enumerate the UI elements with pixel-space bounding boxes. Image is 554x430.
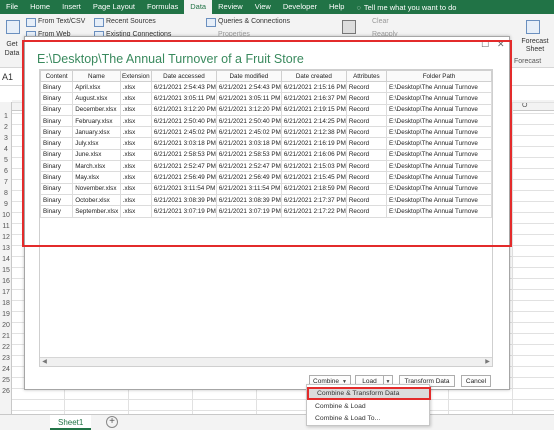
tab-help[interactable]: Help [323, 0, 350, 14]
row-header[interactable]: 21 [0, 333, 12, 340]
row-header[interactable]: 13 [0, 245, 12, 252]
get-data-icon[interactable] [6, 20, 20, 34]
row-header[interactable]: 10 [0, 212, 12, 219]
row-header[interactable]: 14 [0, 256, 12, 263]
row-header[interactable]: 1 [0, 113, 12, 120]
tab-data[interactable]: Data [184, 0, 213, 14]
cancel-button[interactable]: Cancel [461, 375, 491, 387]
highlight-annotation [22, 40, 512, 247]
tab-review[interactable]: Review [212, 0, 249, 14]
tab-insert[interactable]: Insert [56, 0, 87, 14]
row-header[interactable]: 7 [0, 179, 12, 186]
row-header[interactable]: 18 [0, 300, 12, 307]
menu-item-combine-transform[interactable]: Combine & Transform Data [307, 387, 431, 400]
row-header[interactable]: 25 [0, 377, 12, 384]
tab-home[interactable]: Home [24, 0, 56, 14]
scroll-left-icon[interactable]: ◀ [40, 358, 49, 366]
cancel-button-label: Cancel [465, 378, 487, 385]
row-header[interactable]: 15 [0, 267, 12, 274]
row-header[interactable]: 17 [0, 289, 12, 296]
row-header[interactable]: 22 [0, 344, 12, 351]
row-header[interactable]: 16 [0, 278, 12, 285]
row-header[interactable]: 8 [0, 190, 12, 197]
recent-sources-icon [94, 18, 104, 27]
tab-view[interactable]: View [249, 0, 277, 14]
row-header[interactable]: 12 [0, 234, 12, 241]
text-file-icon [26, 18, 36, 27]
filter-icon[interactable] [342, 20, 356, 34]
sheet-tab-sheet1[interactable]: Sheet1 [50, 415, 92, 430]
forecast-group-label: Forecast [514, 58, 542, 65]
from-text-csv-button[interactable]: From Text/CSV [38, 18, 85, 25]
sheet-tab-bar: Sheet1 + [0, 414, 554, 430]
row-header[interactable]: 19 [0, 311, 12, 318]
combine-dropdown-menu: Combine & Transform Data Combine & Load … [306, 384, 431, 426]
lightbulb-icon: ◌ [356, 2, 361, 12]
scroll-right-icon[interactable]: ▶ [483, 358, 492, 366]
tab-formulas[interactable]: Formulas [141, 0, 184, 14]
row-header[interactable]: 6 [0, 168, 12, 175]
tab-page-layout[interactable]: Page Layout [87, 0, 141, 14]
queries-connections-button[interactable]: Queries & Connections [218, 18, 290, 25]
row-header[interactable]: 5 [0, 157, 12, 164]
row-header[interactable]: 4 [0, 146, 12, 153]
recent-sources-button[interactable]: Recent Sources [106, 18, 156, 25]
menu-item-combine-load-to[interactable]: Combine & Load To... [307, 412, 431, 425]
row-header[interactable]: 3 [0, 135, 12, 142]
row-header[interactable]: 2 [0, 124, 12, 131]
row-header-bar: 1 2 3 4 5 6 7 8 9 10 11 12 13 14 15 16 17 18 19 20 21 22 23 24 2… [0, 102, 12, 414]
add-sheet-icon[interactable]: + [106, 416, 118, 428]
queries-icon [206, 18, 216, 27]
row-header[interactable]: 9 [0, 201, 12, 208]
row-header[interactable]: 26 [0, 388, 12, 395]
row-header[interactable]: 23 [0, 355, 12, 362]
row-header[interactable]: 24 [0, 366, 12, 373]
clear-button[interactable]: Clear [372, 18, 389, 25]
tell-me-label: Tell me what you want to do [363, 2, 457, 12]
forecast-sheet-button[interactable]: Forecast Sheet [520, 38, 550, 54]
horizontal-scrollbar[interactable]: ◀ ▶ [40, 357, 492, 366]
row-header[interactable]: 11 [0, 223, 12, 230]
get-data-button[interactable]: Get Data [2, 40, 22, 58]
tab-developer[interactable]: Developer [277, 0, 323, 14]
forecast-sheet-icon[interactable] [526, 20, 540, 34]
ribbon-tab-bar: File Home Insert Page Layout Formulas Data Rev… [0, 0, 554, 14]
tab-file[interactable]: File [0, 0, 24, 14]
tell-me-search[interactable]: ◌ Tell me what you want to do [356, 3, 456, 12]
row-header[interactable]: 20 [0, 322, 12, 329]
name-box[interactable]: A1 [2, 72, 13, 82]
